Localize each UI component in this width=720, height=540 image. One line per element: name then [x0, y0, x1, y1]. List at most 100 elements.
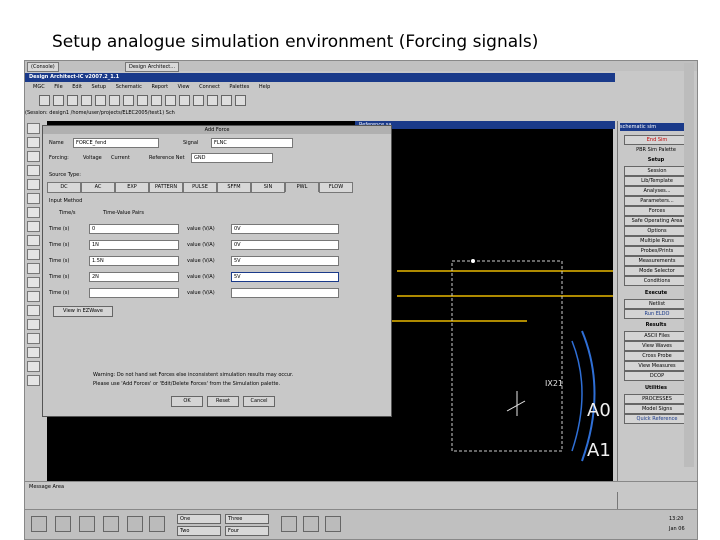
value-field-3[interactable]: 5V: [231, 256, 339, 266]
cut-icon[interactable]: [67, 95, 78, 106]
ok-button[interactable]: OK: [171, 396, 203, 407]
play-icon[interactable]: [27, 291, 40, 302]
folder-icon[interactable]: [55, 516, 71, 532]
mail-icon[interactable]: [281, 516, 297, 532]
tab-sffm[interactable]: SFFM: [217, 182, 251, 193]
workspace-one[interactable]: One: [177, 514, 221, 524]
property-icon[interactable]: [27, 221, 40, 232]
safe-operating-area-button[interactable]: Safe Operating Area: [624, 216, 690, 226]
workspace-four[interactable]: Four: [225, 526, 269, 536]
quick-reference-button[interactable]: Quick Reference: [624, 414, 690, 424]
cross-probe-button[interactable]: Cross Probe: [624, 351, 690, 361]
tools-icon[interactable]: [325, 516, 341, 532]
monitor-icon[interactable]: [103, 516, 119, 532]
calendar-icon[interactable]: [127, 516, 143, 532]
chart-icon[interactable]: [27, 263, 40, 274]
processes-button[interactable]: PROCESSES: [624, 394, 690, 404]
menu-edit[interactable]: Edit: [72, 84, 82, 90]
delete-icon[interactable]: [207, 95, 218, 106]
forces-button[interactable]: Forces: [624, 206, 690, 216]
flag-icon[interactable]: [27, 347, 40, 358]
menu-report[interactable]: Report: [151, 84, 168, 90]
analyses-button[interactable]: Analyses...: [624, 186, 690, 196]
save-icon[interactable]: [53, 95, 64, 106]
component-icon[interactable]: [27, 137, 40, 148]
stop-icon[interactable]: [27, 361, 40, 372]
time-field-3[interactable]: 1.5N: [89, 256, 179, 266]
net-icon[interactable]: [27, 207, 40, 218]
check-icon[interactable]: [235, 95, 246, 106]
menu-palettes[interactable]: Palettes: [229, 84, 249, 90]
probes-prints-button[interactable]: Probes/Prints: [624, 246, 690, 256]
zoom-in-icon[interactable]: [123, 95, 134, 106]
measurements-button[interactable]: Measurements: [624, 256, 690, 266]
forcing-current-radio[interactable]: Current: [111, 155, 130, 161]
workspace-three[interactable]: Three: [225, 514, 269, 524]
dialog-title[interactable]: Add Force: [43, 126, 391, 134]
app-titlebar[interactable]: Design Architect-IC v2007.2_1.1: [25, 73, 615, 82]
value-field-2[interactable]: 0V: [231, 240, 339, 250]
netlist-button[interactable]: Netlist: [624, 299, 690, 309]
conditions-button[interactable]: Conditions: [624, 276, 690, 286]
pencil-icon[interactable]: [27, 235, 40, 246]
terminal-icon[interactable]: [303, 516, 319, 532]
open-icon[interactable]: [39, 95, 50, 106]
tab-flow[interactable]: FLOW: [319, 182, 353, 193]
schematic-window-title[interactable]: Reference sa: [355, 121, 615, 129]
text-icon[interactable]: [27, 179, 40, 190]
signal-field[interactable]: FLNC: [211, 138, 293, 148]
time-field-4[interactable]: 2N: [89, 272, 179, 282]
input-pairs-radio[interactable]: Time-Value Pairs: [103, 210, 144, 216]
menu-schematic[interactable]: Schematic: [116, 84, 142, 90]
options-button[interactable]: Options: [624, 226, 690, 236]
bus-icon[interactable]: [27, 193, 40, 204]
dcop-button[interactable]: DCOP: [624, 371, 690, 381]
ascii-files-button[interactable]: ASCII Files: [624, 331, 690, 341]
probe-icon[interactable]: [27, 305, 40, 316]
help-icon[interactable]: [27, 375, 40, 386]
foot-menu-icon[interactable]: [31, 516, 47, 532]
time-field-5[interactable]: [89, 288, 179, 298]
name-field[interactable]: FORCE_fend: [73, 138, 159, 148]
tab-pattern[interactable]: PATTERN: [149, 182, 183, 193]
tab-dc[interactable]: DC: [47, 182, 81, 193]
model-signs-button[interactable]: Model Signs: [624, 404, 690, 414]
session-button[interactable]: Session: [624, 166, 690, 176]
menu-file[interactable]: File: [54, 84, 62, 90]
menu-view[interactable]: View: [178, 84, 190, 90]
wire-icon[interactable]: [221, 95, 232, 106]
move-icon[interactable]: [193, 95, 204, 106]
select-icon[interactable]: [165, 95, 176, 106]
multiple-runs-button[interactable]: Multiple Runs: [624, 236, 690, 246]
ruler-icon[interactable]: [27, 333, 40, 344]
forcing-voltage-radio[interactable]: Voltage: [83, 155, 102, 161]
tab-exp[interactable]: EXP: [115, 182, 149, 193]
wire-tool-icon[interactable]: [27, 151, 40, 162]
menu-setup[interactable]: Setup: [92, 84, 107, 90]
vertical-scrollbar[interactable]: [684, 63, 694, 467]
workspace-two[interactable]: Two: [177, 526, 221, 536]
grid-icon[interactable]: [27, 277, 40, 288]
tab-pulse[interactable]: PULSE: [183, 182, 217, 193]
lib-template-button[interactable]: Lib/Template: [624, 176, 690, 186]
menu-connect[interactable]: Connect: [199, 84, 220, 90]
symbol-icon[interactable]: [27, 249, 40, 260]
mode-selector-button[interactable]: Mode Selector: [624, 266, 690, 276]
undo-icon[interactable]: [109, 95, 120, 106]
value-field-1[interactable]: 0V: [231, 224, 339, 234]
time-field-1[interactable]: 0: [89, 224, 179, 234]
paste-icon[interactable]: [95, 95, 106, 106]
value-field-4[interactable]: 5V: [231, 272, 339, 282]
reference-net-field[interactable]: GND: [191, 153, 273, 163]
layers-icon[interactable]: [27, 319, 40, 330]
menu-mgc[interactable]: MGC: [33, 84, 45, 90]
time-field-2[interactable]: 1N: [89, 240, 179, 250]
zoom-out-icon[interactable]: [137, 95, 148, 106]
tab-pwl[interactable]: PWL: [285, 182, 319, 192]
value-field-5[interactable]: [231, 288, 339, 298]
unselect-icon[interactable]: [179, 95, 190, 106]
tab-console[interactable]: (Console): [27, 62, 59, 72]
reset-button[interactable]: Reset: [207, 396, 239, 407]
printer-icon[interactable]: [149, 516, 165, 532]
input-time-radio[interactable]: Time/s: [59, 210, 76, 216]
